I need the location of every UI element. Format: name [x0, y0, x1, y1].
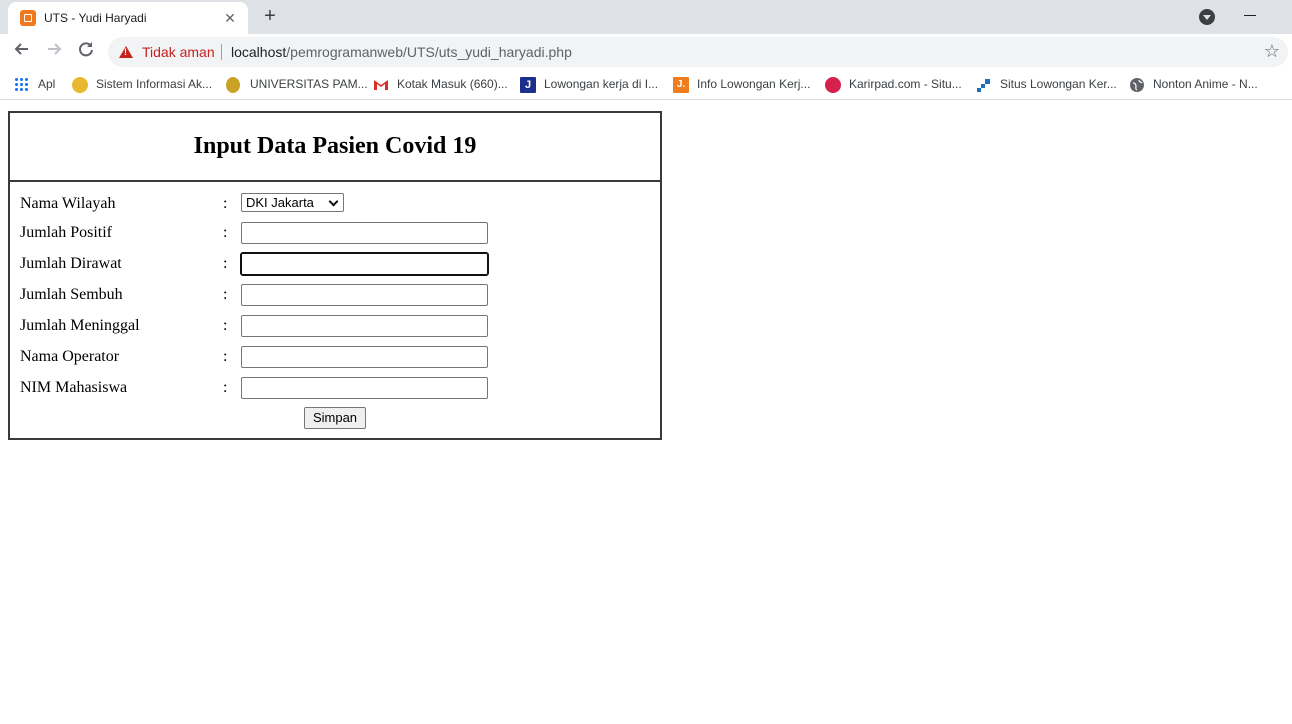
security-status-label[interactable]: Tidak aman [142, 44, 215, 60]
karirpad-icon [825, 77, 841, 93]
jumlah-dirawat-input[interactable] [240, 252, 489, 276]
bookmark-label: Situs Lowongan Ker... [1000, 77, 1117, 91]
jobstreet-icon: J [520, 77, 536, 93]
colon-separator: : [223, 379, 228, 396]
simpan-button[interactable]: Simpan [304, 407, 366, 429]
colon-separator: : [223, 348, 228, 365]
nim-mahasiswa-input[interactable] [241, 377, 488, 399]
colon-separator: : [223, 224, 228, 241]
bookmark-label: Sistem Informasi Ak... [96, 77, 213, 91]
form-header: Input Data Pasien Covid 19 [10, 113, 660, 182]
bookmark-label: Lowongan kerja di I... [544, 77, 659, 91]
row-nama-wilayah: Nama Wilayah : DKI Jakarta [10, 193, 660, 217]
minimize-window-icon[interactable] [1244, 15, 1256, 16]
tab-close-icon[interactable]: ✕ [220, 8, 240, 28]
bookmark-label: Apl [38, 77, 56, 91]
back-arrow-icon[interactable] [10, 40, 34, 64]
bookmark-label: Karirpad.com - Situ... [849, 77, 962, 91]
university-seal-icon [226, 77, 240, 93]
bookmark-label: Nonton Anime - N... [1153, 77, 1258, 91]
row-jumlah-positif: Jumlah Positif : [10, 222, 660, 246]
label-jumlah-meninggal: Jumlah Meninggal [20, 317, 140, 334]
bookmark-label: Info Lowongan Kerj... [697, 77, 811, 91]
new-tab-button[interactable]: + [258, 4, 282, 28]
row-jumlah-dirawat: Jumlah Dirawat : [10, 252, 660, 277]
row-nama-operator: Nama Operator : [10, 346, 660, 370]
label-jumlah-dirawat: Jumlah Dirawat [20, 255, 122, 272]
address-bar[interactable]: Tidak aman localhost/pemrogramanweb/UTS/… [108, 37, 1288, 67]
colon-separator: : [223, 255, 228, 272]
jumlah-positif-input[interactable] [241, 222, 488, 244]
form-title: Input Data Pasien Covid 19 [193, 133, 477, 159]
tab-title: UTS - Yudi Haryadi [44, 11, 147, 25]
gmail-icon [373, 77, 389, 93]
apps-grid-icon [14, 77, 30, 93]
row-nim-mahasiswa: NIM Mahasiswa : [10, 377, 660, 401]
row-jumlah-meninggal: Jumlah Meninggal : [10, 315, 660, 339]
url-text[interactable]: localhost/pemrogramanweb/UTS/uts_yudi_ha… [231, 44, 572, 60]
bookmark-label: Kotak Masuk (660)... [397, 77, 508, 91]
globe-icon [1129, 77, 1145, 93]
warning-triangle-icon[interactable] [119, 46, 133, 58]
label-jumlah-sembuh: Jumlah Sembuh [20, 286, 123, 303]
jobs-id-icon: J. [673, 77, 689, 93]
profile-menu-icon[interactable] [1199, 9, 1215, 25]
url-path: /pemrogramanweb/UTS/uts_yudi_haryadi.php [286, 44, 572, 60]
page-content: Input Data Pasien Covid 19 Nama Wilayah … [0, 101, 1292, 724]
label-nama-operator: Nama Operator [20, 348, 120, 365]
jumlah-sembuh-input[interactable] [241, 284, 488, 306]
jumlah-meninggal-input[interactable] [241, 315, 488, 337]
colon-separator: : [223, 286, 228, 303]
tab-strip: UTS - Yudi Haryadi ✕ + [0, 0, 1292, 34]
omnibox-divider [221, 44, 222, 60]
url-host: localhost [231, 44, 287, 60]
row-jumlah-sembuh: Jumlah Sembuh : [10, 284, 660, 308]
bookmark-star-icon[interactable]: ☆ [1264, 41, 1280, 61]
bookmark-label: UNIVERSITAS PAM... [250, 77, 368, 91]
jobs-site-icon [976, 77, 992, 93]
label-nama-wilayah: Nama Wilayah [20, 195, 116, 212]
forward-arrow-icon[interactable] [42, 40, 66, 64]
colon-separator: : [223, 317, 228, 334]
university-logo-icon [72, 77, 88, 93]
reload-icon[interactable] [74, 40, 98, 64]
bookmarks-bar: Apl Sistem Informasi Ak... UNIVERSITAS P… [0, 70, 1292, 100]
covid-input-form: Input Data Pasien Covid 19 Nama Wilayah … [8, 111, 662, 440]
label-nim-mahasiswa: NIM Mahasiswa [20, 379, 128, 396]
label-jumlah-positif: Jumlah Positif [20, 224, 113, 241]
wilayah-select[interactable]: DKI Jakarta [241, 193, 344, 212]
nama-operator-input[interactable] [241, 346, 488, 368]
xampp-favicon-icon [20, 10, 36, 26]
chevron-down-icon [328, 196, 339, 207]
wilayah-selected-value: DKI Jakarta [246, 195, 314, 210]
colon-separator: : [223, 195, 228, 212]
browser-tab[interactable]: UTS - Yudi Haryadi ✕ [8, 2, 248, 34]
browser-toolbar: Tidak aman localhost/pemrogramanweb/UTS/… [0, 34, 1292, 70]
